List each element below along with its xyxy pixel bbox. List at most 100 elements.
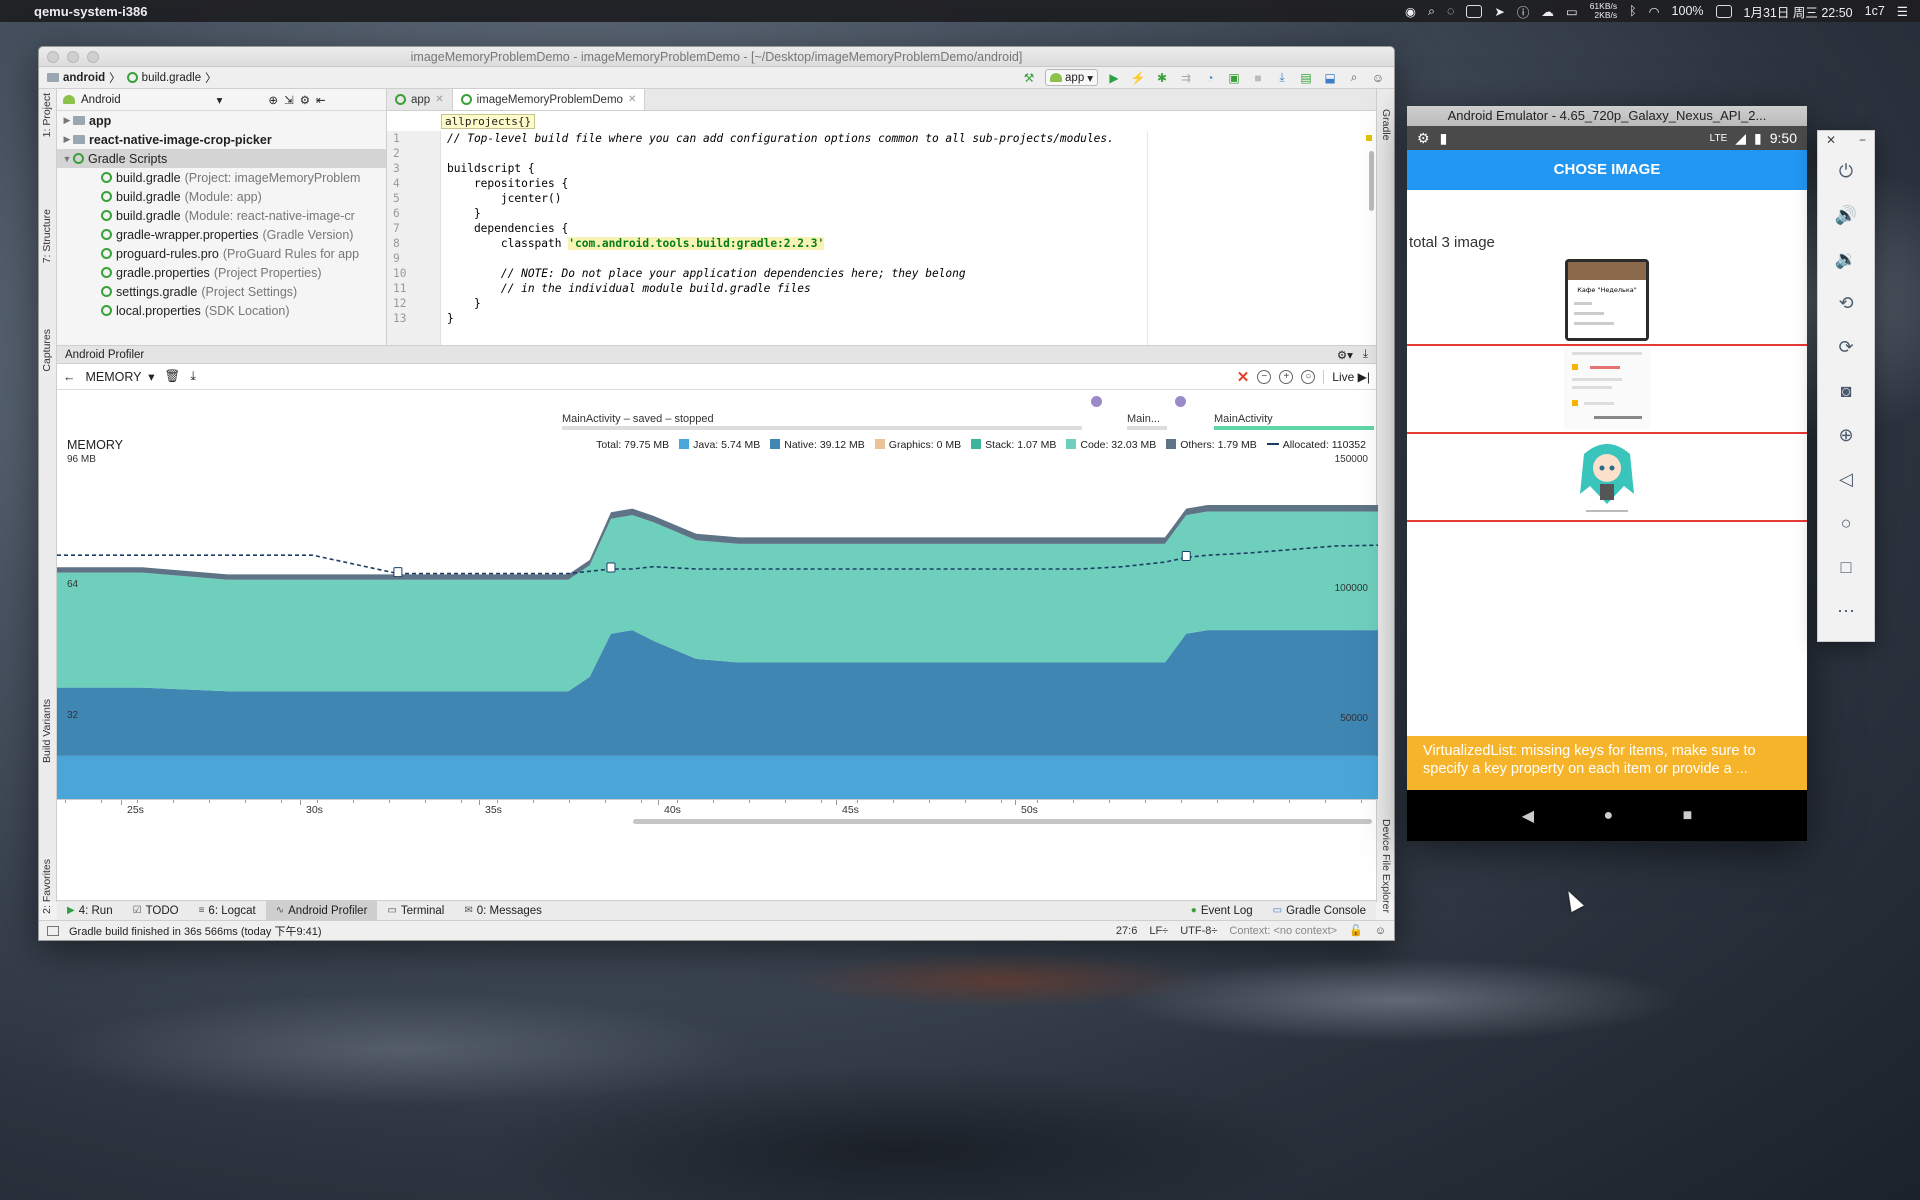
code-line[interactable] xyxy=(447,251,1114,266)
yellow-box-warning[interactable]: VirtualizedList: missing keys for items,… xyxy=(1407,736,1807,790)
reset-zoom-icon[interactable]: ○ xyxy=(1301,369,1316,384)
tab-gradle[interactable]: Gradle xyxy=(1380,109,1392,141)
make-project-icon[interactable]: ⚒ xyxy=(1021,71,1037,85)
profiler-selector[interactable]: MEMORY ▾ xyxy=(86,369,155,384)
event-dot[interactable] xyxy=(1091,396,1102,407)
editor-scrollbar[interactable] xyxy=(1369,151,1374,211)
code-area[interactable]: 1 2 3 4 5 6 7 8 9 10 11 12 13 // Top-level build fil… xyxy=(387,131,1376,345)
code-line[interactable]: } xyxy=(447,311,1114,326)
collapse-all-icon[interactable]: ⇲ xyxy=(284,93,294,107)
control-center-icon[interactable]: ☰ xyxy=(1897,4,1908,19)
tab-device-file-explorer[interactable]: Device File Explorer xyxy=(1380,819,1392,913)
tab-captures[interactable]: Captures xyxy=(41,329,53,372)
toolwindow-0-messages[interactable]: ✉ 0: Messages xyxy=(454,901,552,920)
window-titlebar[interactable]: imageMemoryProblemDemo - imageMemoryProb… xyxy=(39,47,1394,67)
breadcrumb-android[interactable]: android 〉 xyxy=(47,70,121,86)
tab-imagememoryproblemdemo[interactable]: imageMemoryProblemDemo ✕ xyxy=(452,89,646,110)
activity-bar[interactable] xyxy=(1127,426,1167,430)
rotate-right-icon[interactable]: ⟳ xyxy=(1818,325,1874,369)
close-icon[interactable]: ✕ xyxy=(628,94,636,105)
activity-label[interactable]: MainActivity xyxy=(1214,413,1273,425)
user-name[interactable]: 1c7 xyxy=(1865,4,1885,18)
zoom-out-icon[interactable]: − xyxy=(1257,369,1272,384)
hide-panel-icon[interactable]: ⤓ xyxy=(1363,348,1368,361)
tree-item[interactable]: local.properties (SDK Location) xyxy=(57,301,386,320)
tab-app[interactable]: app ✕ xyxy=(387,89,453,110)
stop-session-icon[interactable]: ✕ xyxy=(1237,368,1250,386)
code-line[interactable]: dependencies { xyxy=(447,221,1114,236)
sync-icon[interactable]: ◌ xyxy=(1447,4,1454,18)
spotlight-icon[interactable]: ⌕ xyxy=(1428,4,1435,19)
gc-event-icon[interactable] xyxy=(393,567,403,578)
volume-up-icon[interactable]: 🔊 xyxy=(1818,193,1874,237)
file-encoding[interactable]: UTF-8÷ xyxy=(1180,925,1217,937)
status-message[interactable]: Gradle build finished in 36s 566ms (toda… xyxy=(69,923,322,939)
gear-icon[interactable]: ⚙▾ xyxy=(1337,348,1353,362)
rotate-left-icon[interactable]: ⟲ xyxy=(1818,281,1874,325)
code-line[interactable]: // in the individual module build.gradle… xyxy=(447,281,1114,296)
sdk-manager-icon[interactable]: ⬓ xyxy=(1322,71,1338,85)
volume-down-icon[interactable]: 🔉 xyxy=(1818,237,1874,281)
activity-label[interactable]: MainActivity – saved – stopped xyxy=(562,413,714,425)
back-icon[interactable]: ◀ xyxy=(1522,806,1534,826)
debug-icon[interactable]: ✱ xyxy=(1154,71,1170,85)
gear-icon[interactable]: ⚙ xyxy=(300,93,310,107)
memory-chart[interactable]: 96 MB 64 32 150000 100000 50000 xyxy=(57,454,1379,799)
tree-item[interactable]: ▶ react-native-image-crop-picker xyxy=(57,130,386,149)
event-dot[interactable] xyxy=(1175,396,1186,407)
trash-icon[interactable]: 🗑 xyxy=(165,369,181,384)
avatar-icon[interactable]: ☺ xyxy=(1370,71,1386,85)
gc-event-icon[interactable] xyxy=(606,562,616,573)
wifi-icon[interactable]: ◠ xyxy=(1649,4,1660,19)
tree-item[interactable]: gradle-wrapper.properties (Gradle Version… xyxy=(57,225,386,244)
home-icon[interactable]: ● xyxy=(1603,807,1613,825)
code-line[interactable]: buildscript { xyxy=(447,161,1114,176)
chevron-down-icon[interactable]: ▾ xyxy=(217,93,223,107)
back-arrow-icon[interactable]: ← xyxy=(63,370,76,384)
code-lines[interactable]: // Top-level build file where you can ad… xyxy=(447,131,1114,326)
tab-build-variants[interactable]: Build Variants xyxy=(41,699,53,763)
tree-item[interactable]: build.gradle (Module: app) xyxy=(57,187,386,206)
attach-debugger-icon[interactable]: ⇉ xyxy=(1178,71,1194,85)
code-line[interactable]: classpath 'com.android.tools.build:gradl… xyxy=(447,236,1114,251)
image-thumbnail[interactable] xyxy=(1564,434,1650,518)
activity-bar[interactable] xyxy=(562,426,1082,430)
tab-favorites[interactable]: 2: Favorites xyxy=(41,859,53,914)
zoom-icon[interactable]: ⊕ xyxy=(1818,413,1874,457)
power-icon[interactable]: ⏻ xyxy=(1818,149,1874,193)
home-icon[interactable]: ○ xyxy=(1818,501,1874,545)
tree-item[interactable]: proguard-rules.pro (ProGuard Rules for ap… xyxy=(57,244,386,263)
bluetooth-icon[interactable]: ᛒ xyxy=(1629,4,1637,18)
caret-position[interactable]: 27:6 xyxy=(1116,925,1137,937)
toolwindow-6-logcat[interactable]: ≡ 6: Logcat xyxy=(189,901,266,920)
tree-item[interactable]: settings.gradle (Project Settings) xyxy=(57,282,386,301)
tab-structure[interactable]: 7: Structure xyxy=(41,209,53,263)
activity-label[interactable]: Main... xyxy=(1127,413,1160,425)
close-icon[interactable]: ✕ xyxy=(435,94,443,105)
activity-bar[interactable] xyxy=(1214,426,1374,430)
code-line[interactable] xyxy=(447,146,1114,161)
overview-icon[interactable]: □ xyxy=(1818,545,1874,589)
tree-arrow-icon[interactable]: ▶ xyxy=(61,134,73,145)
tree-arrow-icon[interactable]: ▼ xyxy=(61,154,73,164)
minimize-icon[interactable]: − xyxy=(1859,133,1866,147)
code-line[interactable]: // NOTE: Do not place your application d… xyxy=(447,266,1114,281)
live-button[interactable]: Live ▶| xyxy=(1323,369,1370,384)
apply-changes-icon[interactable]: ⚡ xyxy=(1130,71,1146,85)
stop-icon[interactable]: ■ xyxy=(1250,71,1266,85)
project-view-select[interactable]: Android xyxy=(81,94,121,106)
scroll-from-source-icon[interactable]: ⊕ xyxy=(268,93,278,107)
code-line[interactable]: jcenter() xyxy=(447,191,1114,206)
send-icon[interactable]: ➤ xyxy=(1494,4,1504,19)
image-thumbnail[interactable] xyxy=(1564,346,1650,430)
lock-icon[interactable]: 🔓 xyxy=(1349,924,1363,937)
battery-percent[interactable]: 100% xyxy=(1672,4,1704,18)
warning-marker[interactable] xyxy=(1366,135,1372,141)
hide-panel-icon[interactable]: ⇤ xyxy=(316,93,326,107)
inspector-icon[interactable]: ☺ xyxy=(1375,925,1386,937)
heap-dump-icon[interactable]: ⤓ xyxy=(190,369,196,384)
overview-icon[interactable]: ■ xyxy=(1683,807,1693,825)
image-thumbnail[interactable]: Кафе "Неделька" xyxy=(1564,258,1650,342)
camera-icon[interactable]: ◙ xyxy=(1818,369,1874,413)
code-line[interactable]: } xyxy=(447,296,1114,311)
